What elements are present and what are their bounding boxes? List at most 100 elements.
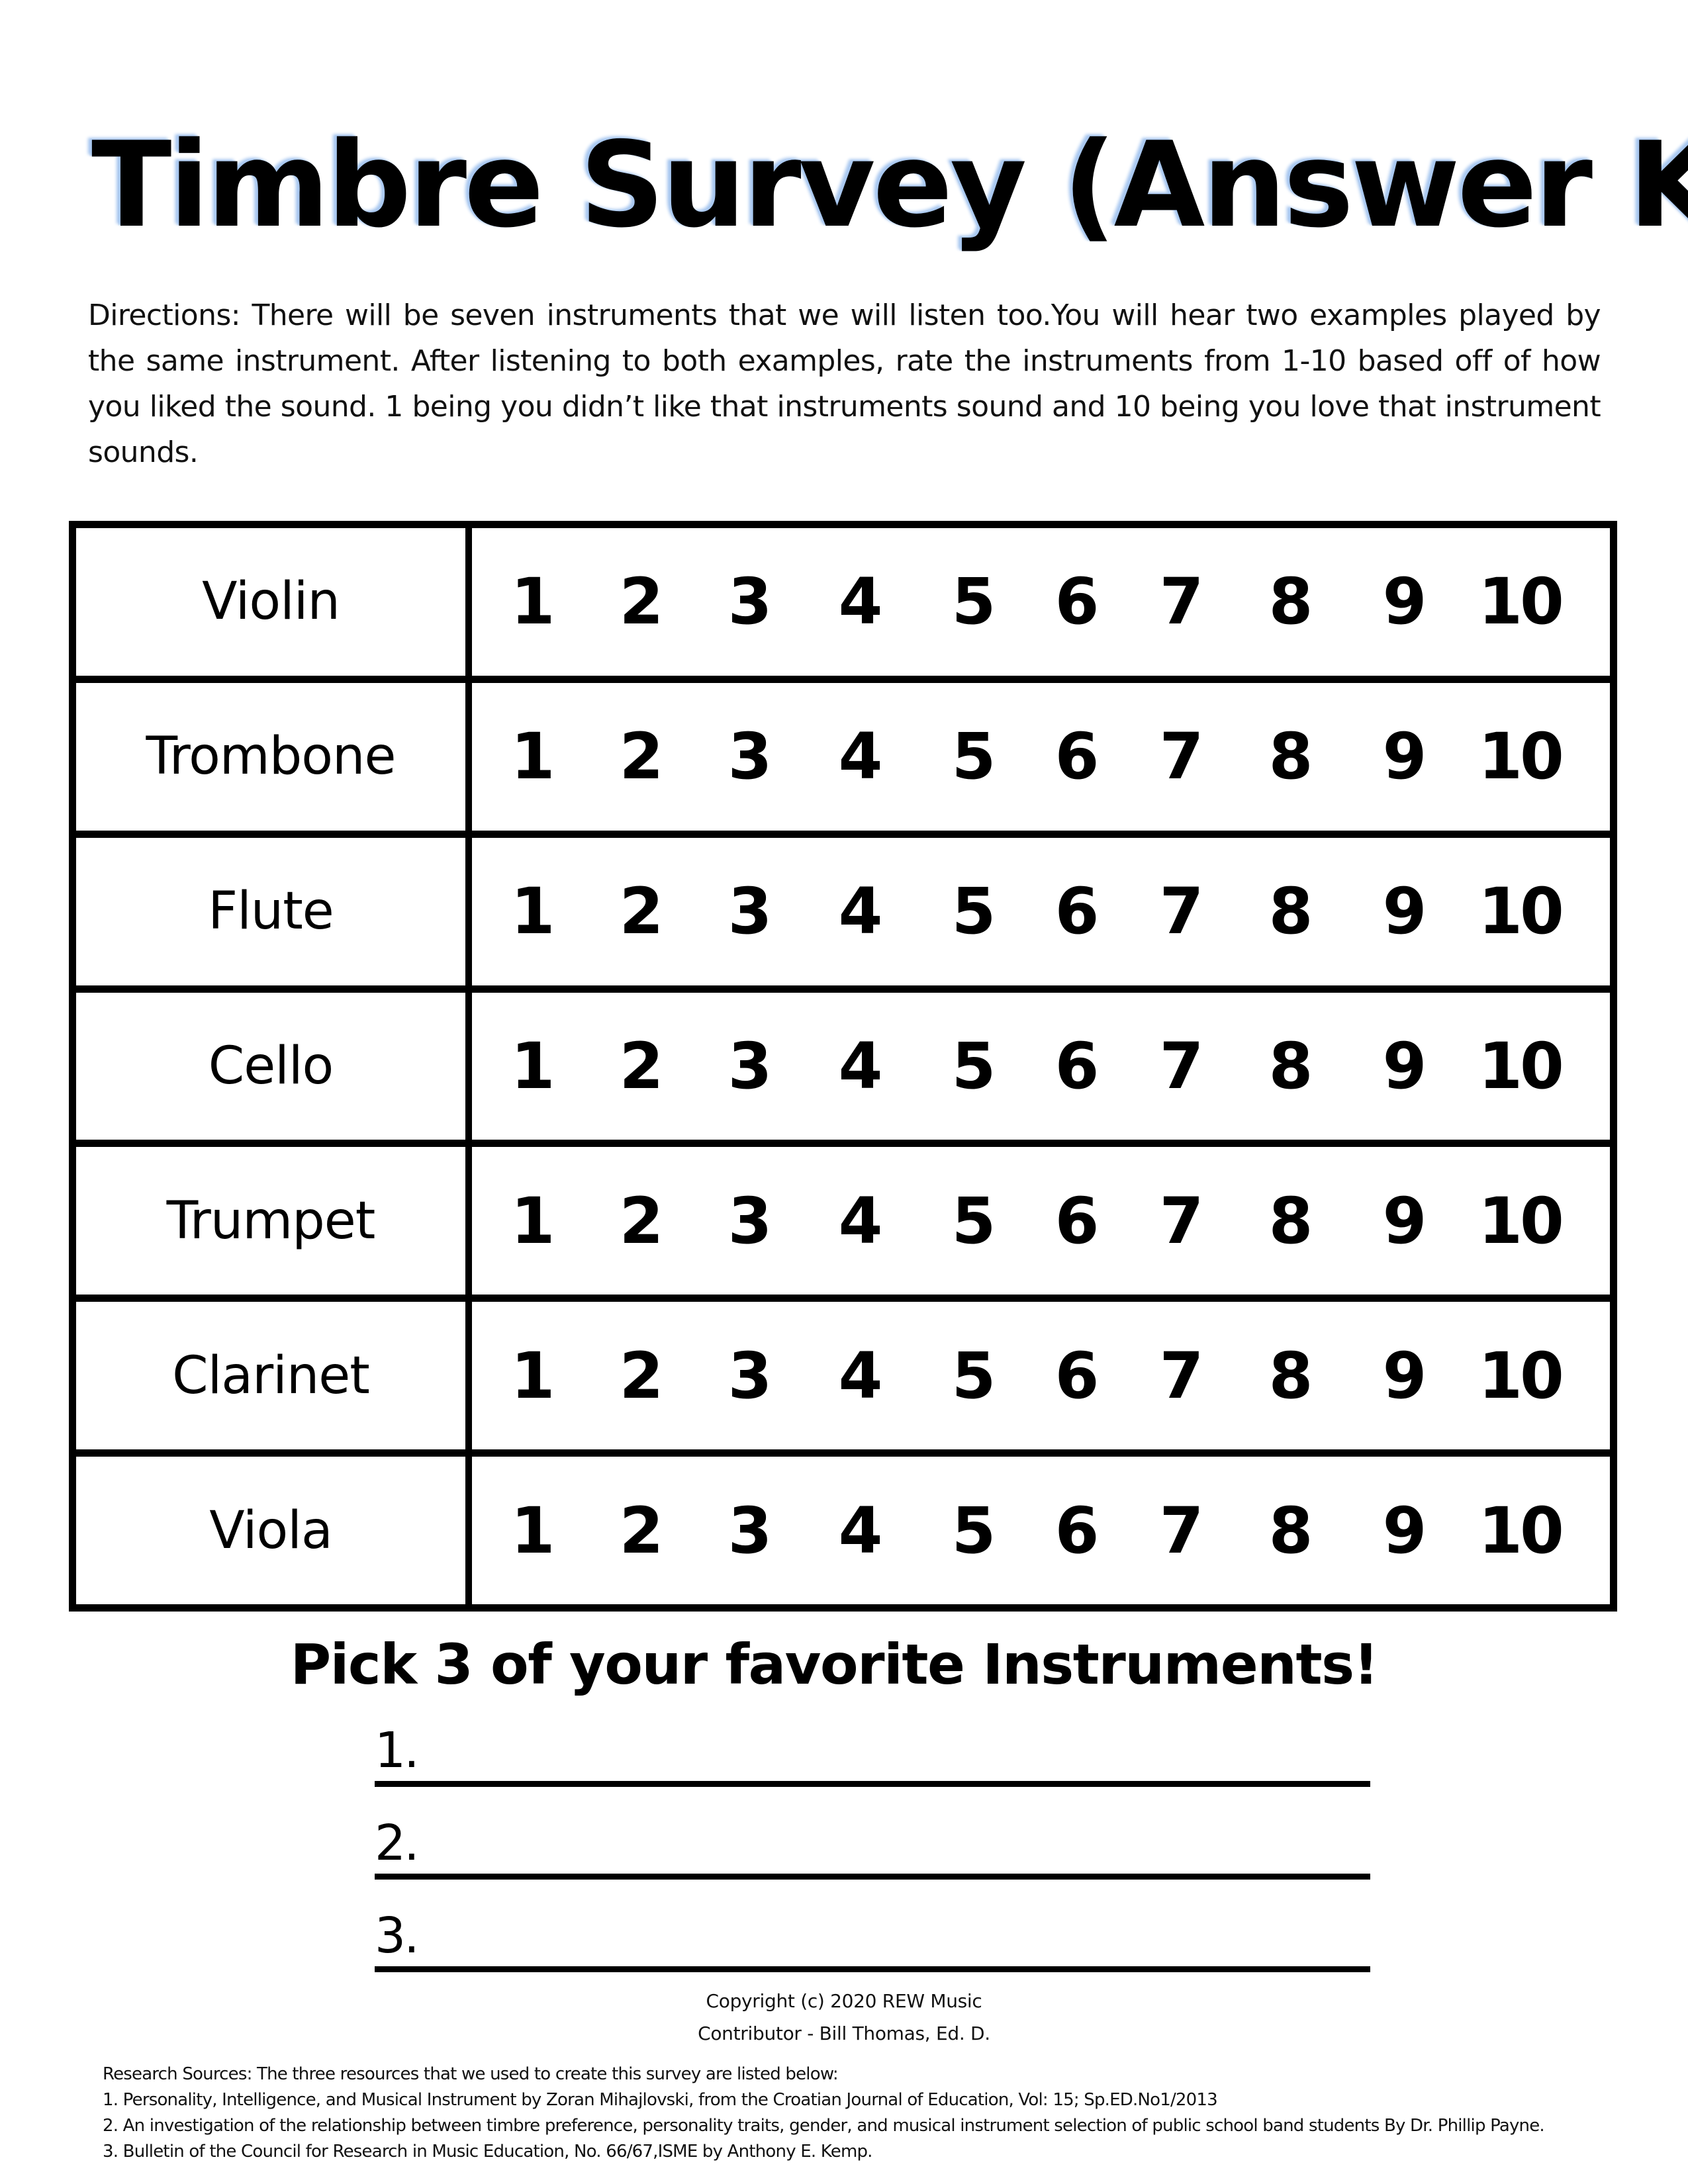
rating-option-6[interactable]: 6 [1055, 1189, 1100, 1253]
rating-option-7[interactable]: 7 [1160, 1189, 1204, 1253]
rating-option-5[interactable]: 5 [952, 880, 996, 943]
favorite-answer-2: 2. [375, 1819, 1370, 1880]
rating-option-6[interactable]: 6 [1055, 1499, 1100, 1563]
instrument-name: Trumpet [76, 1147, 472, 1295]
rating-option-8[interactable]: 8 [1269, 1034, 1313, 1098]
rating-option-4[interactable]: 4 [839, 570, 883, 633]
rating-option-2[interactable]: 2 [620, 725, 664, 788]
rating-option-8[interactable]: 8 [1269, 880, 1313, 943]
instrument-name: Cello [76, 992, 472, 1140]
rating-options: 1 2 3 4 5 6 7 8 9 10 [472, 1457, 1610, 1604]
rating-option-2[interactable]: 2 [620, 570, 664, 633]
rating-option-10[interactable]: 10 [1478, 725, 1564, 788]
favorites-heading: Pick 3 of your favorite Instruments! [290, 1632, 1379, 1697]
rating-option-2[interactable]: 2 [620, 1034, 664, 1098]
sources-intro: Research Sources: The three resources th… [103, 2064, 839, 2084]
rating-option-7[interactable]: 7 [1160, 570, 1204, 633]
rating-option-6[interactable]: 6 [1055, 725, 1100, 788]
rating-option-10[interactable]: 10 [1478, 880, 1564, 943]
rating-option-5[interactable]: 5 [952, 1499, 996, 1563]
rating-option-7[interactable]: 7 [1160, 1034, 1204, 1098]
rating-option-8[interactable]: 8 [1269, 570, 1313, 633]
rating-option-2[interactable]: 2 [620, 1499, 664, 1563]
rating-option-10[interactable]: 10 [1478, 1034, 1564, 1098]
rating-option-4[interactable]: 4 [839, 880, 883, 943]
favorite-answer-3: 3. [375, 1907, 1370, 1972]
rating-option-9[interactable]: 9 [1383, 1344, 1427, 1408]
rating-option-1[interactable]: 1 [511, 570, 555, 633]
rating-option-2[interactable]: 2 [620, 1344, 664, 1408]
survey-row-trumpet: Trumpet 1 2 3 4 5 6 7 8 9 10 [76, 1147, 1610, 1302]
survey-row-cello: Cello 1 2 3 4 5 6 7 8 9 10 [76, 992, 1610, 1148]
rating-option-8[interactable]: 8 [1269, 1189, 1313, 1253]
favorite-input-3[interactable] [428, 1918, 1364, 1966]
rating-options: 1 2 3 4 5 6 7 8 9 10 [472, 683, 1610, 831]
rating-option-5[interactable]: 5 [952, 725, 996, 788]
rating-option-1[interactable]: 1 [511, 1189, 555, 1253]
rating-option-7[interactable]: 7 [1160, 725, 1204, 788]
rating-option-7[interactable]: 7 [1160, 880, 1204, 943]
rating-option-1[interactable]: 1 [511, 1344, 555, 1408]
rating-option-8[interactable]: 8 [1269, 1499, 1313, 1563]
rating-option-1[interactable]: 1 [511, 1499, 555, 1563]
rating-table: Violin 1 2 3 4 5 6 7 8 9 10 Trombone 1 2 3 4 5 6 7 8 9 10 Flut… [69, 521, 1617, 1612]
directions-text: Directions: There will be seven instrume… [88, 298, 1601, 469]
rating-option-9[interactable]: 9 [1383, 570, 1427, 633]
rating-option-5[interactable]: 5 [952, 1034, 996, 1098]
favorite-number-1: 1. [375, 1722, 420, 1779]
rating-option-10[interactable]: 10 [1478, 1499, 1564, 1563]
rating-option-10[interactable]: 10 [1478, 1189, 1564, 1253]
page-title: Timbre Survey (Answer Key) [91, 116, 1688, 253]
rating-option-9[interactable]: 9 [1383, 1189, 1427, 1253]
rating-option-5[interactable]: 5 [952, 570, 996, 633]
rating-option-3[interactable]: 3 [728, 880, 773, 943]
rating-options: 1 2 3 4 5 6 7 8 9 10 [472, 993, 1610, 1140]
rating-option-6[interactable]: 6 [1055, 1034, 1100, 1098]
rating-option-10[interactable]: 10 [1478, 570, 1564, 633]
rating-option-5[interactable]: 5 [952, 1189, 996, 1253]
rating-option-4[interactable]: 4 [839, 1344, 883, 1408]
source-item: 3. Bulletin of the Council for Research … [103, 2142, 872, 2161]
rating-option-6[interactable]: 6 [1055, 570, 1100, 633]
rating-option-3[interactable]: 3 [728, 1344, 773, 1408]
favorite-number-3: 3. [375, 1907, 420, 1964]
rating-option-9[interactable]: 9 [1383, 880, 1427, 943]
rating-option-8[interactable]: 8 [1269, 1344, 1313, 1408]
rating-option-3[interactable]: 3 [728, 1189, 773, 1253]
rating-options: 1 2 3 4 5 6 7 8 9 10 [472, 528, 1610, 676]
rating-option-2[interactable]: 2 [620, 880, 664, 943]
rating-option-4[interactable]: 4 [839, 725, 883, 788]
instrument-name: Viola [76, 1457, 472, 1605]
rating-option-3[interactable]: 3 [728, 1499, 773, 1563]
rating-option-3[interactable]: 3 [728, 570, 773, 633]
survey-row-flute: Flute 1 2 3 4 5 6 7 8 9 10 [76, 837, 1610, 993]
rating-option-3[interactable]: 3 [728, 1034, 773, 1098]
source-item: 1. Personality, Intelligence, and Musica… [103, 2090, 1218, 2110]
copyright-text: Copyright (c) 2020 REW Music [706, 1990, 982, 2012]
rating-option-9[interactable]: 9 [1383, 725, 1427, 788]
rating-option-7[interactable]: 7 [1160, 1344, 1204, 1408]
rating-option-8[interactable]: 8 [1269, 725, 1313, 788]
rating-option-1[interactable]: 1 [511, 1034, 555, 1098]
rating-option-4[interactable]: 4 [839, 1499, 883, 1563]
rating-options: 1 2 3 4 5 6 7 8 9 10 [472, 1147, 1610, 1295]
favorite-input-2[interactable] [428, 1825, 1364, 1873]
rating-option-5[interactable]: 5 [952, 1344, 996, 1408]
research-sources: Research Sources: The three resources th… [103, 2062, 1658, 2165]
rating-option-4[interactable]: 4 [839, 1189, 883, 1253]
rating-option-7[interactable]: 7 [1160, 1499, 1204, 1563]
rating-option-1[interactable]: 1 [511, 725, 555, 788]
favorite-input-1[interactable] [428, 1733, 1364, 1780]
rating-option-6[interactable]: 6 [1055, 880, 1100, 943]
rating-options: 1 2 3 4 5 6 7 8 9 10 [472, 1302, 1610, 1449]
instrument-name: Flute [76, 837, 472, 985]
rating-option-4[interactable]: 4 [839, 1034, 883, 1098]
rating-option-9[interactable]: 9 [1383, 1034, 1427, 1098]
rating-option-6[interactable]: 6 [1055, 1344, 1100, 1408]
rating-option-3[interactable]: 3 [728, 725, 773, 788]
rating-option-2[interactable]: 2 [620, 1189, 664, 1253]
rating-option-1[interactable]: 1 [511, 880, 555, 943]
rating-option-10[interactable]: 10 [1478, 1344, 1564, 1408]
survey-row-violin: Violin 1 2 3 4 5 6 7 8 9 10 [76, 528, 1610, 683]
rating-option-9[interactable]: 9 [1383, 1499, 1427, 1563]
